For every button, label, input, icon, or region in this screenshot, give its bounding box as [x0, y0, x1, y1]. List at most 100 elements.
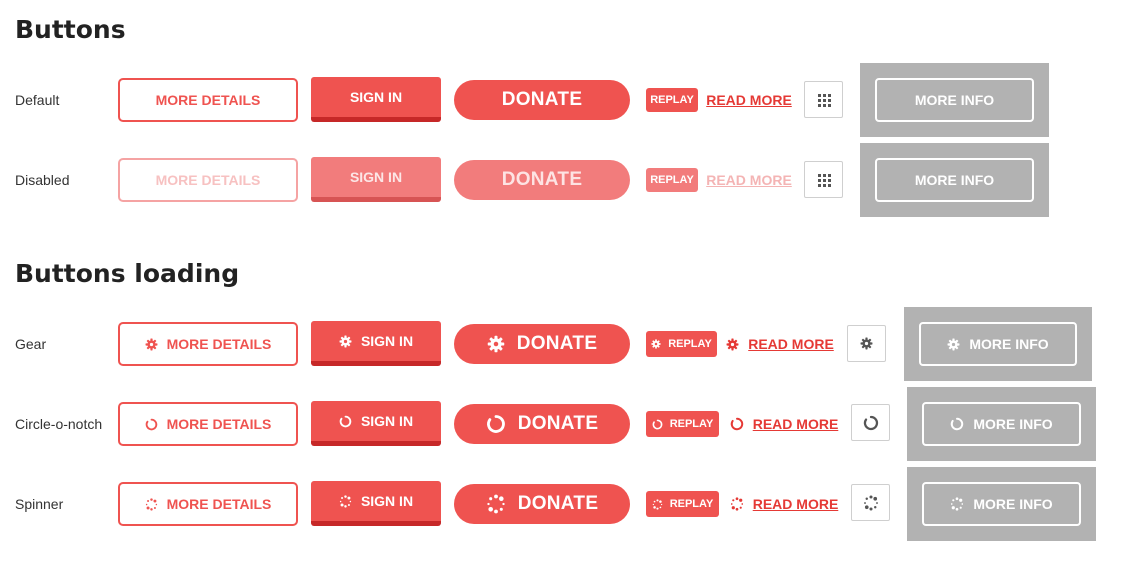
replay-button-gear[interactable]: REPLAY [646, 331, 717, 357]
more-info-label: MORE INFO [973, 496, 1053, 512]
replay-button-spinner[interactable]: REPLAY [646, 491, 719, 517]
read-more-label: READ MORE [706, 172, 792, 188]
donate-button-gear[interactable]: DONATE [454, 324, 630, 364]
more-info-label: MORE INFO [969, 336, 1049, 352]
spinner-icon [863, 494, 879, 511]
more-info-panel-gear: MORE INFO [904, 307, 1092, 381]
more-details-button[interactable]: MORE DETAILS [118, 78, 298, 122]
circle-o-notch-icon [730, 417, 744, 431]
more-info-button-gear[interactable]: MORE INFO [919, 322, 1077, 366]
read-more-link[interactable]: READ MORE [706, 90, 792, 110]
circle-o-notch-icon [145, 418, 158, 431]
grid-button[interactable] [804, 81, 843, 118]
more-details-button-gear[interactable]: MORE DETAILS [118, 322, 298, 366]
replay-label: REPLAY [669, 498, 714, 510]
sign-in-label: SIGN IN [349, 89, 403, 105]
section-title-buttons: Buttons [15, 15, 126, 44]
gear-icon [487, 335, 505, 353]
gear-icon-button[interactable] [847, 325, 886, 362]
row-label-disabled: Disabled [15, 172, 70, 188]
more-details-label: MORE DETAILS [155, 92, 261, 108]
sign-in-button-gear[interactable]: SIGN IN [311, 321, 441, 366]
donate-button-spinner[interactable]: DONATE [454, 484, 630, 524]
donate-label: DONATE [517, 493, 599, 514]
read-more-link-spinner[interactable]: READ MORE [730, 494, 839, 514]
section-title-buttons-loading: Buttons loading [15, 259, 240, 288]
more-info-label: MORE INFO [973, 416, 1053, 432]
read-more-label: READ MORE [752, 496, 839, 512]
grid-icon [817, 173, 831, 187]
gear-icon [726, 338, 739, 351]
donate-button[interactable]: DONATE [454, 80, 630, 120]
sign-in-button-disabled: SIGN IN [311, 157, 441, 202]
gear-icon [145, 338, 158, 351]
circle-o-notch-icon [950, 417, 964, 431]
circle-o-notch-icon-button[interactable] [851, 404, 890, 441]
replay-button[interactable]: REPLAY [646, 88, 698, 112]
gear-icon [339, 335, 352, 348]
spinner-icon [730, 497, 744, 511]
more-info-label: MORE INFO [914, 172, 995, 188]
spinner-icon-button[interactable] [851, 484, 890, 521]
row-label-default: Default [15, 92, 60, 108]
donate-label: DONATE [516, 333, 598, 354]
read-more-label: READ MORE [752, 416, 839, 432]
gear-icon [860, 337, 873, 350]
circle-o-notch-icon [652, 419, 663, 430]
replay-label: REPLAY [650, 94, 694, 106]
more-details-label: MORE DETAILS [166, 496, 272, 512]
donate-button-disabled: DONATE [454, 160, 630, 200]
sign-in-label: SIGN IN [360, 493, 414, 509]
more-info-button[interactable]: MORE INFO [875, 78, 1034, 122]
sign-in-label: SIGN IN [360, 413, 414, 429]
more-info-panel-disabled: MORE INFO [860, 143, 1049, 217]
replay-label: REPLAY [669, 418, 714, 430]
more-info-panel-notch: MORE INFO [907, 387, 1096, 461]
gear-icon [651, 339, 661, 349]
read-more-link-notch[interactable]: READ MORE [730, 414, 839, 434]
more-details-label: MORE DETAILS [155, 172, 261, 188]
more-info-button-notch[interactable]: MORE INFO [922, 402, 1081, 446]
replay-label: REPLAY [650, 174, 694, 186]
replay-button-disabled: REPLAY [646, 168, 698, 192]
donate-button-notch[interactable]: DONATE [454, 404, 630, 444]
sign-in-label: SIGN IN [360, 333, 414, 349]
sign-in-label: SIGN IN [349, 169, 403, 185]
spinner-icon [652, 498, 663, 510]
spinner-icon [486, 494, 506, 514]
more-details-button-spinner[interactable]: MORE DETAILS [118, 482, 298, 526]
read-more-link-gear[interactable]: READ MORE [726, 334, 834, 354]
read-more-label: READ MORE [748, 336, 834, 352]
more-info-panel-spinner: MORE INFO [907, 467, 1096, 541]
spinner-icon [145, 497, 158, 511]
read-more-link-disabled: READ MORE [706, 170, 792, 190]
spinner-icon [339, 494, 352, 508]
more-info-button-spinner[interactable]: MORE INFO [922, 482, 1081, 526]
donate-label: DONATE [501, 89, 583, 110]
more-details-label: MORE DETAILS [166, 416, 272, 432]
circle-o-notch-icon [863, 415, 879, 431]
more-details-button-notch[interactable]: MORE DETAILS [118, 402, 298, 446]
circle-o-notch-icon [339, 415, 352, 428]
more-info-label: MORE INFO [914, 92, 995, 108]
donate-label: DONATE [501, 169, 583, 190]
circle-o-notch-icon [486, 414, 506, 434]
grid-button-disabled [804, 161, 843, 198]
row-label-gear: Gear [15, 336, 47, 352]
sign-in-button[interactable]: SIGN IN [311, 77, 441, 122]
spinner-icon [950, 497, 964, 511]
gear-icon [947, 338, 960, 351]
more-info-panel: MORE INFO [860, 63, 1049, 137]
more-details-button-disabled: MORE DETAILS [118, 158, 298, 202]
read-more-label: READ MORE [706, 92, 792, 108]
replay-button-notch[interactable]: REPLAY [646, 411, 719, 437]
row-label-circle-o-notch: Circle-o-notch [15, 416, 103, 432]
donate-label: DONATE [517, 413, 599, 434]
row-label-spinner: Spinner [15, 496, 64, 512]
replay-label: REPLAY [668, 338, 712, 350]
grid-icon [817, 93, 831, 107]
more-details-label: MORE DETAILS [166, 336, 272, 352]
sign-in-button-notch[interactable]: SIGN IN [311, 401, 441, 446]
sign-in-button-spinner[interactable]: SIGN IN [311, 481, 441, 526]
more-info-button-disabled: MORE INFO [875, 158, 1034, 202]
